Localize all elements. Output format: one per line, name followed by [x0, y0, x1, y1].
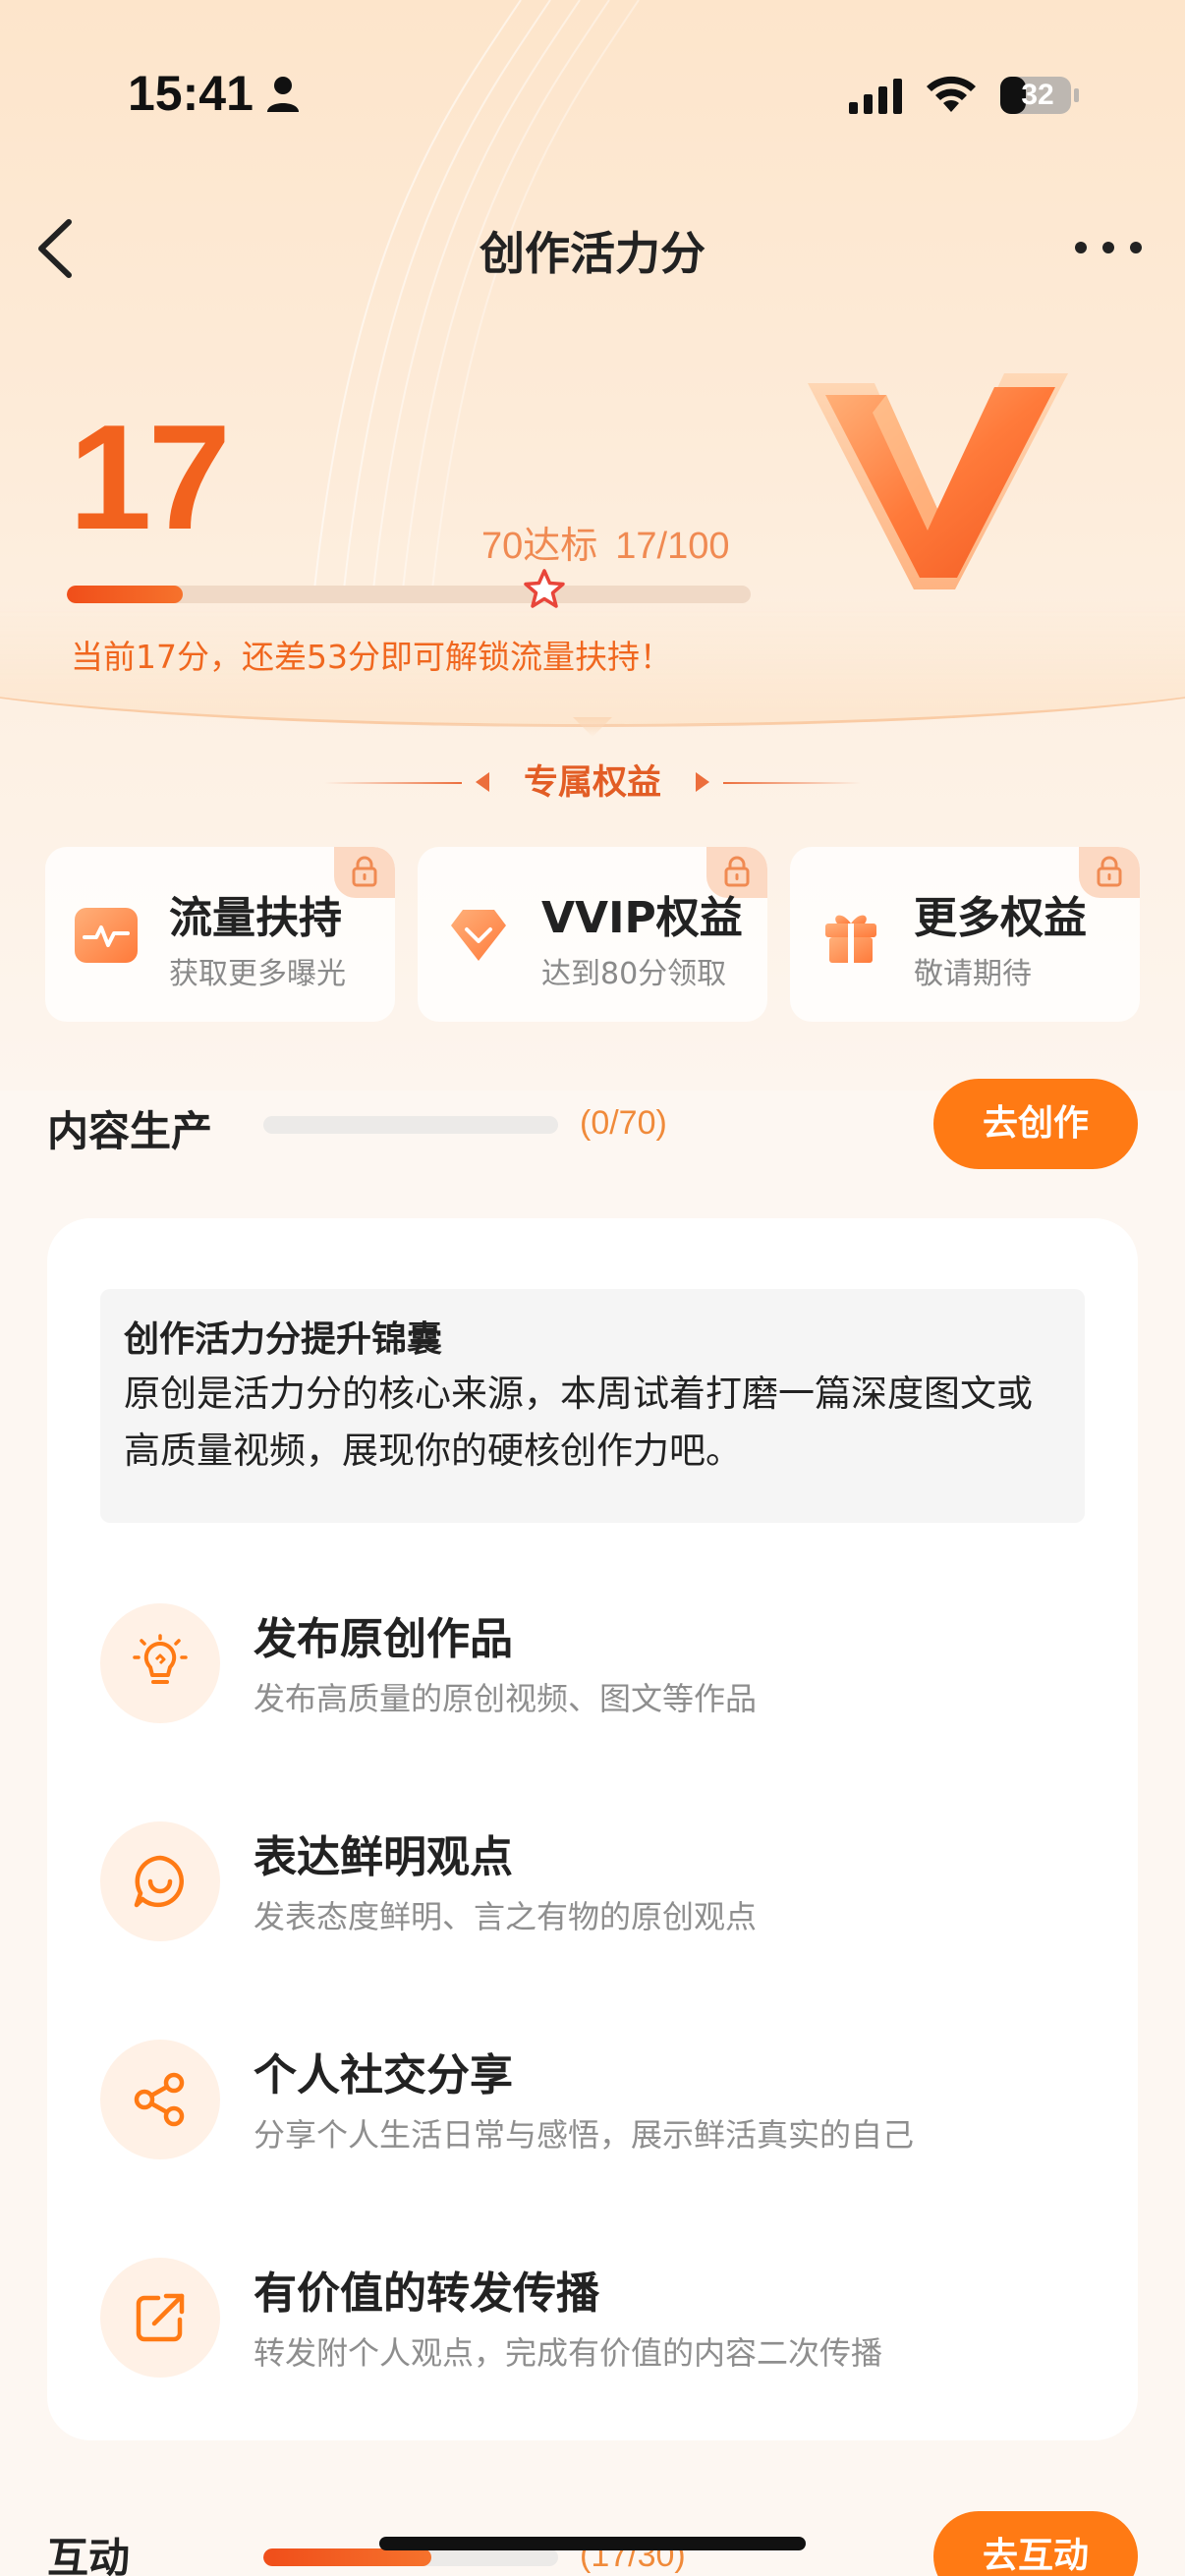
benefit-subtitle: 达到80分领取	[541, 957, 727, 991]
benefit-title: 流量扶持	[169, 893, 342, 943]
lightbulb-icon	[100, 1603, 220, 1723]
task-item-opinion[interactable]: 表达鲜明观点 发表态度鲜明、言之有物的原创观点	[100, 1814, 1083, 1951]
page-title: 创作活力分	[480, 227, 705, 280]
benefit-card-vvip[interactable]: VVIP权益 达到80分领取	[418, 847, 767, 1022]
divider	[723, 782, 861, 784]
battery-level: 32	[1021, 79, 1054, 111]
pulse-icon	[75, 908, 138, 963]
task-desc: 转发附个人观点，完成有价值的内容二次传播	[254, 2334, 883, 2372]
task-title: 发布原创作品	[254, 1614, 513, 1664]
task-title: 表达鲜明观点	[254, 1832, 513, 1882]
lock-icon	[1097, 856, 1122, 887]
score-target: 70达标 17/100	[481, 515, 730, 569]
section-title-content: 内容生产	[47, 1107, 213, 1155]
arrow-right-icon	[696, 772, 709, 792]
interaction-progress-bar	[263, 2548, 558, 2566]
task-card: 创作活力分提升锦囊 原创是活力分的核心来源，本周试着打磨一篇深度图文或高质量视频…	[47, 1218, 1138, 2440]
gift-icon	[825, 915, 876, 963]
task-desc: 分享个人生活日常与感悟，展示鲜活真实的自己	[254, 2116, 915, 2154]
section-title-interaction: 互动	[47, 2534, 131, 2576]
home-indicator	[379, 2537, 806, 2550]
lock-badge	[334, 847, 395, 898]
lock-icon	[352, 856, 377, 887]
tip-box: 创作活力分提升锦囊 原创是活力分的核心来源，本周试着打磨一篇深度图文或高质量视频…	[100, 1289, 1085, 1523]
page: 15:41 32 创作活力分 17 70达标 17/100 当前17分，还差53…	[0, 0, 1185, 2576]
benefit-card-more[interactable]: 更多权益 敬请期待	[790, 847, 1140, 1022]
share-icon	[100, 2040, 220, 2159]
create-button[interactable]: 去创作	[933, 1079, 1138, 1169]
benefit-title: 更多权益	[914, 893, 1087, 943]
task-item-forward[interactable]: 有价值的转发传播 转发附个人观点，完成有价值的内容二次传播	[100, 2250, 1083, 2387]
smile-chat-icon	[100, 1821, 220, 1941]
more-options-button[interactable]	[1071, 228, 1146, 267]
signal-icon	[849, 79, 902, 114]
v-logo-icon	[808, 373, 1068, 589]
wifi-icon	[927, 76, 976, 112]
benefit-title: VVIP权益	[541, 893, 743, 943]
score-progress-bar	[67, 586, 751, 603]
benefit-card-traffic[interactable]: 流量扶持 获取更多曝光	[45, 847, 395, 1022]
task-title: 有价值的转发传播	[254, 2268, 599, 2319]
benefit-subtitle: 敬请期待	[914, 957, 1032, 991]
tip-body: 原创是活力分的核心来源，本周试着打磨一篇深度图文或高质量视频，展现你的硬核创作力…	[124, 1372, 1033, 1472]
tip-title: 创作活力分提升锦囊	[124, 1319, 443, 1360]
star-icon	[524, 569, 565, 608]
task-item-social[interactable]: 个人社交分享 分享个人生活日常与感悟，展示鲜活真实的自己	[100, 2032, 1083, 2169]
lock-badge	[1079, 847, 1140, 898]
progress-label: 17/100	[615, 526, 730, 567]
task-item-original[interactable]: 发布原创作品 发布高质量的原创视频、图文等作品	[100, 1596, 1083, 1733]
score-value: 17	[69, 394, 231, 561]
task-title: 个人社交分享	[254, 2050, 513, 2100]
benefit-subtitle: 获取更多曝光	[169, 957, 346, 991]
interact-button[interactable]: 去互动	[933, 2511, 1138, 2576]
score-progress-fill	[67, 586, 184, 603]
content-progress-bar	[263, 1116, 558, 1134]
forward-icon	[100, 2258, 220, 2378]
status-time: 15:41	[128, 66, 254, 121]
task-desc: 发布高质量的原创视频、图文等作品	[254, 1680, 758, 1717]
interaction-progress-fill	[263, 2548, 431, 2566]
score-hint: 当前17分，还差53分即可解锁流量扶持！	[71, 638, 672, 676]
target-label: 70达标	[481, 526, 598, 567]
diamond-icon	[451, 910, 506, 961]
content-count: (0/70)	[580, 1104, 667, 1142]
task-desc: 发表态度鲜明、言之有物的原创观点	[254, 1898, 758, 1935]
person-icon	[267, 77, 299, 112]
status-bar: 15:41 32	[0, 0, 1185, 187]
benefits-header: 专属权益	[324, 758, 861, 808]
